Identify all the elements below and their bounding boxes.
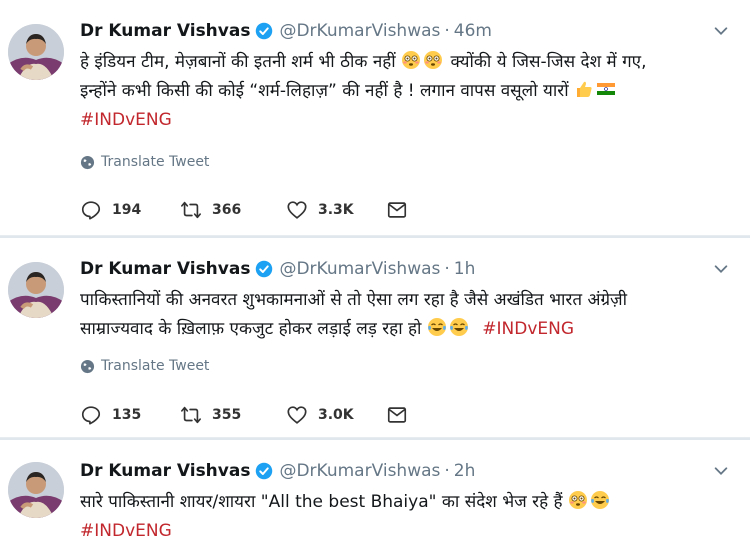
reply-button[interactable]: 135: [80, 404, 180, 426]
tweet-line: सारे पाकिस्तानी शायर/शायरा "All the best…: [80, 488, 730, 517]
retweet-count: 366: [212, 202, 242, 218]
like-button[interactable]: 3.0K: [286, 404, 386, 426]
retweet-count: 355: [212, 407, 242, 423]
tweet-text-segment: साम्राज्यवाद के ख़िलाफ़ एकजुट होकर लड़ाई…: [80, 319, 422, 339]
translate-tweet-link[interactable]: Translate Tweet: [80, 358, 209, 374]
india-flag-emoji-icon: [597, 83, 616, 95]
tweet-text-segment: इन्होंने कभी किसी की कोई “शर्म-लिहाज़” क…: [80, 81, 569, 101]
tweet-header: Dr Kumar Vishvas @DrKumarVishwas · 1h: [80, 256, 475, 282]
tweet-text-segment: हे इंडियन टीम, मेज़बानों की इतनी शर्म भी…: [80, 52, 396, 72]
tweet-text: सारे पाकिस्तानी शायर/शायरा "All the best…: [80, 488, 730, 546]
author-handle[interactable]: @DrKumarVishwas: [279, 259, 440, 279]
flushed-face-emoji-icon: [402, 51, 421, 69]
tears-of-joy-emoji-icon: [591, 491, 609, 509]
like-count: 3.3K: [318, 202, 354, 218]
separator-dot: ·: [444, 259, 450, 279]
retweet-button[interactable]: 366: [180, 199, 286, 221]
retweet-icon: [181, 406, 201, 424]
thumbs-up-emoji-icon: [577, 81, 592, 97]
retweet-button[interactable]: 355: [180, 404, 286, 426]
reply-icon: [81, 201, 101, 220]
verified-badge-icon: [255, 462, 273, 480]
tweet-header: Dr Kumar Vishvas @DrKumarVishwas · 2h: [80, 458, 475, 484]
tweet[interactable]: Dr Kumar Vishvas @DrKumarVishwas · 1h पा…: [0, 236, 750, 438]
flushed-face-emoji-icon: [569, 491, 587, 509]
separator-dot: ·: [444, 461, 450, 481]
tweet-text-segment: पाकिस्तानियों की अनवरत शुभकामनाओं से तो …: [80, 290, 628, 310]
verified-badge-icon: [255, 260, 273, 278]
heart-icon: [287, 201, 307, 219]
direct-message-button[interactable]: [386, 404, 408, 426]
heart-icon: [287, 406, 307, 424]
tweet-line: इन्होंने कभी किसी की कोई “शर्म-लिहाज़” क…: [80, 77, 730, 106]
author-name[interactable]: Dr Kumar Vishvas: [80, 259, 250, 279]
avatar[interactable]: [8, 262, 64, 318]
tweet-text-segment: सारे पाकिस्तानी शायर/शायरा "All the best…: [80, 492, 563, 512]
translate-label: Translate Tweet: [101, 154, 210, 170]
avatar[interactable]: [8, 462, 64, 518]
timestamp[interactable]: 2h: [454, 461, 476, 481]
tweet-header: Dr Kumar Vishvas @DrKumarVishwas · 46m: [80, 18, 492, 44]
verified-badge-icon: [255, 22, 273, 40]
chevron-down-icon[interactable]: [712, 260, 730, 278]
chevron-down-icon[interactable]: [712, 462, 730, 480]
separator-dot: ·: [444, 21, 450, 41]
hashtag[interactable]: #INDvENG: [80, 517, 730, 546]
tweet-line: साम्राज्यवाद के ख़िलाफ़ एकजुट होकर लड़ाई…: [80, 315, 730, 344]
timestamp[interactable]: 46m: [454, 21, 492, 41]
reply-icon: [81, 406, 101, 425]
tweet[interactable]: Dr Kumar Vishvas @DrKumarVishwas · 46m ह…: [0, 0, 750, 236]
globe-icon: [80, 359, 95, 373]
chevron-down-icon[interactable]: [712, 22, 730, 40]
tears-of-joy-emoji-icon: [449, 318, 468, 336]
reply-count: 135: [112, 407, 142, 423]
flushed-face-emoji-icon: [424, 51, 443, 69]
translate-tweet-link[interactable]: Translate Tweet: [80, 154, 209, 170]
tweet-text: पाकिस्तानियों की अनवरत शुभकामनाओं से तो …: [80, 286, 730, 344]
tweet-text-segment: क्योंकी ये जिस-जिस देश में गए,: [450, 52, 647, 72]
translate-label: Translate Tweet: [101, 358, 210, 374]
author-handle[interactable]: @DrKumarVishwas: [279, 21, 440, 41]
tweet-actions: 194 366 3.3K: [80, 199, 408, 221]
author-name[interactable]: Dr Kumar Vishvas: [80, 21, 250, 41]
like-button[interactable]: 3.3K: [286, 199, 386, 221]
tears-of-joy-emoji-icon: [427, 318, 446, 336]
author-name[interactable]: Dr Kumar Vishvas: [80, 461, 250, 481]
tweet-line: हे इंडियन टीम, मेज़बानों की इतनी शर्म भी…: [80, 48, 730, 77]
author-handle[interactable]: @DrKumarVishwas: [279, 461, 440, 481]
retweet-icon: [181, 201, 201, 219]
timestamp[interactable]: 1h: [454, 259, 476, 279]
reply-count: 194: [112, 202, 142, 218]
avatar[interactable]: [8, 24, 64, 80]
hashtag[interactable]: #INDvENG: [80, 106, 730, 135]
envelope-icon: [387, 407, 407, 423]
tweet-text: हे इंडियन टीम, मेज़बानों की इतनी शर्म भी…: [80, 48, 730, 135]
globe-icon: [80, 155, 95, 169]
like-count: 3.0K: [318, 407, 354, 423]
tweet-actions: 135 355 3.0K: [80, 404, 408, 426]
tweet-feed: Dr Kumar Vishvas @DrKumarVishwas · 46m ह…: [0, 0, 750, 555]
hashtag[interactable]: #INDvENG: [482, 319, 574, 339]
reply-button[interactable]: 194: [80, 199, 180, 221]
direct-message-button[interactable]: [386, 199, 408, 221]
tweet[interactable]: Dr Kumar Vishvas @DrKumarVishwas · 2h सा…: [0, 438, 750, 555]
envelope-icon: [387, 202, 407, 218]
